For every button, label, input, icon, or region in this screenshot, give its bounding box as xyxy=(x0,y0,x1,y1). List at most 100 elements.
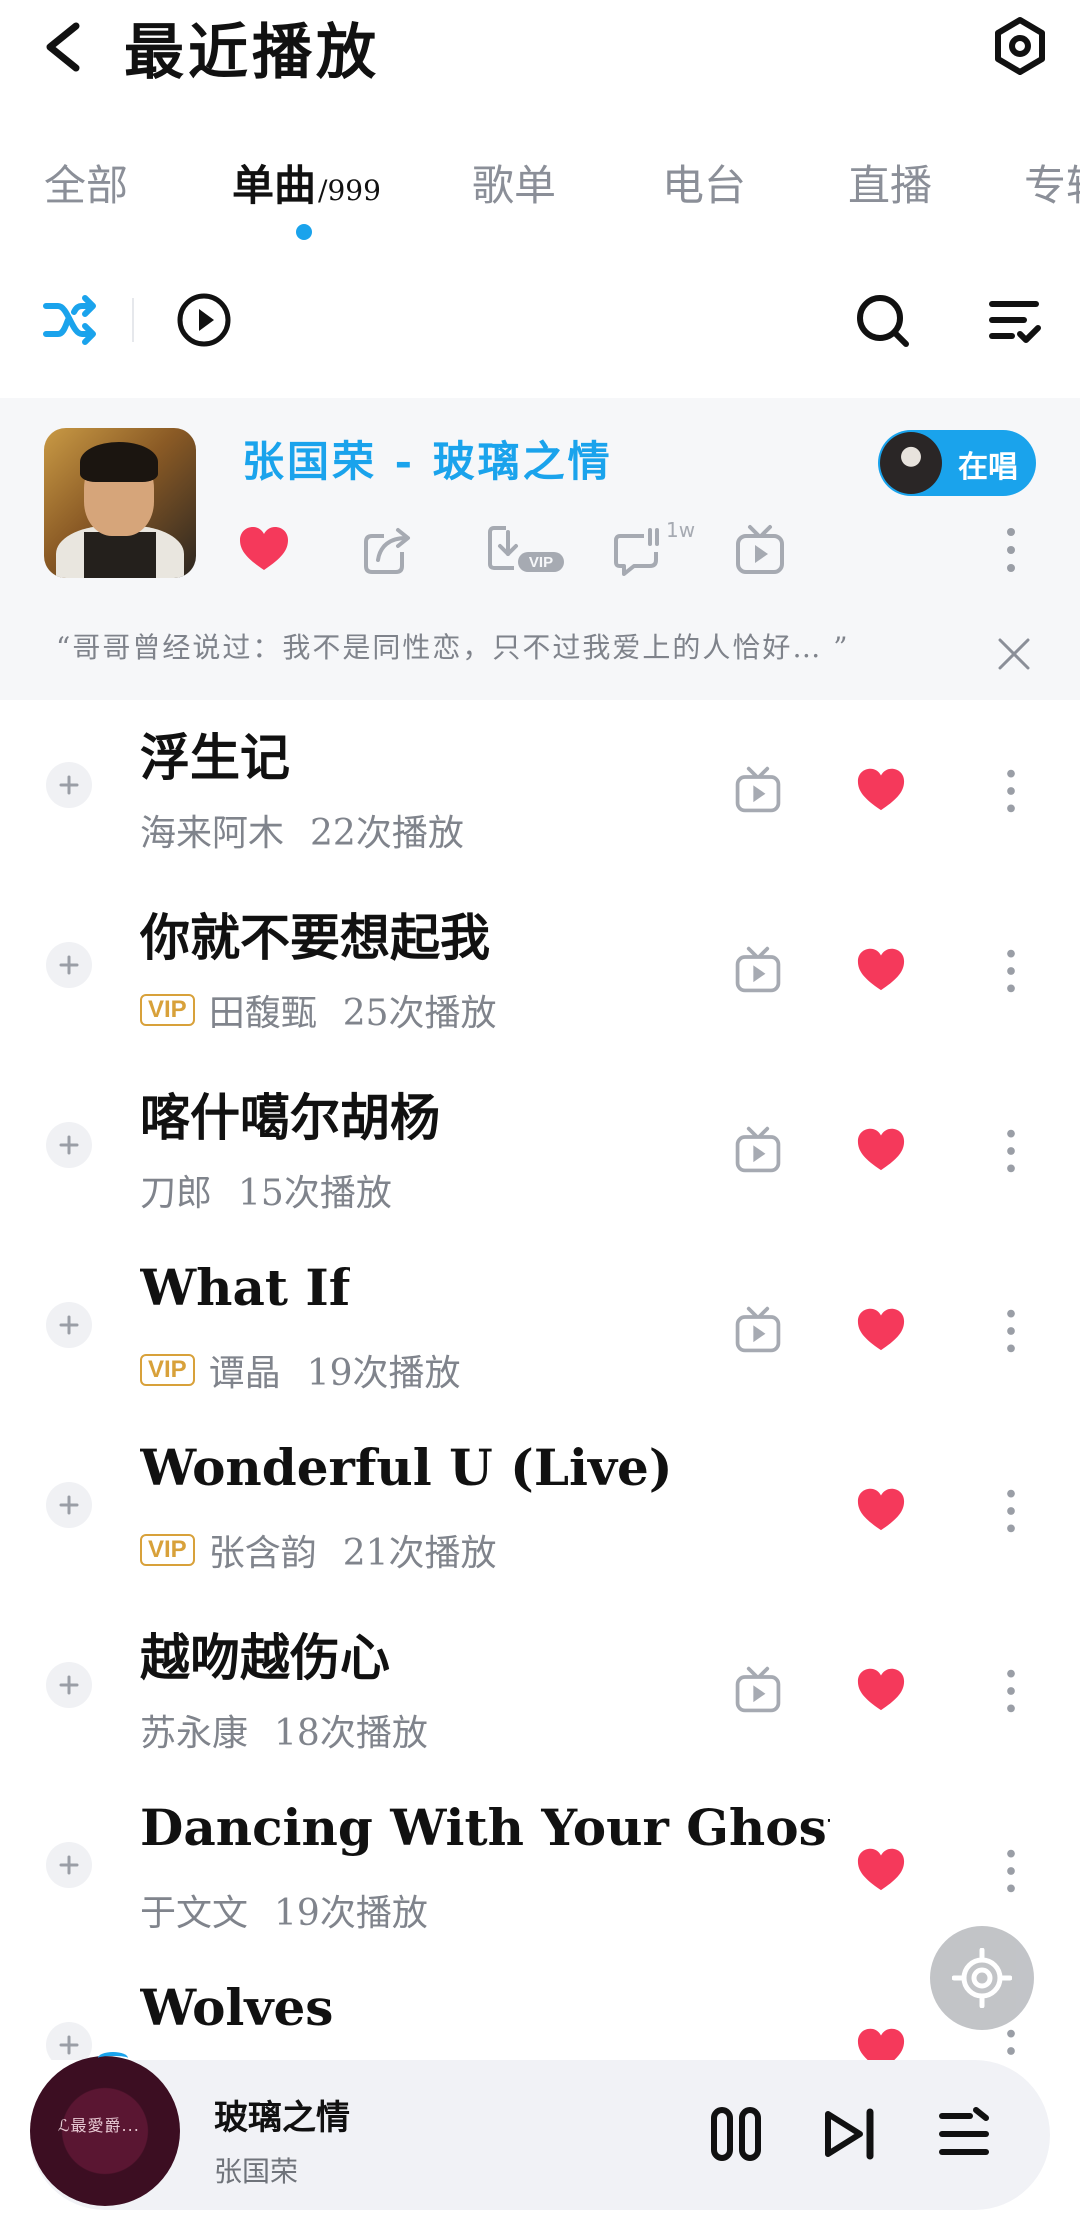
search-button[interactable] xyxy=(852,290,912,350)
player-artist: 张国荣 xyxy=(214,2155,299,2188)
locate-current-button[interactable] xyxy=(930,1926,1034,2030)
song-row[interactable]: 你就不要想起我 VIP 田馥甄 25次播放 xyxy=(0,880,1080,1060)
vip-badge: VIP xyxy=(140,1354,195,1386)
add-to-queue-button[interactable] xyxy=(46,1302,92,1348)
search-icon xyxy=(857,295,909,347)
play-count: 19次播放 xyxy=(306,1353,461,1394)
mv-button[interactable] xyxy=(732,1304,784,1356)
mini-player[interactable]: ℒ最愛爵... 玻璃之情 张国荣 xyxy=(30,2052,1050,2210)
like-button[interactable] xyxy=(854,1304,908,1354)
more-button[interactable] xyxy=(996,1124,1026,1178)
add-to-queue-button[interactable] xyxy=(46,1482,92,1528)
pause-icon xyxy=(711,2107,761,2161)
settings-icon xyxy=(995,17,1045,75)
song-title: 越吻越伤心 xyxy=(140,1628,390,1687)
play-all-button[interactable] xyxy=(174,290,234,350)
tab-radio[interactable]: 电台 xyxy=(662,152,746,213)
like-button[interactable] xyxy=(854,1124,908,1174)
heart-icon xyxy=(857,768,905,811)
song-artist: 海来阿木 xyxy=(140,813,285,854)
song-row[interactable]: 浮生记 海来阿木 22次播放 xyxy=(0,700,1080,880)
tab-label: 专辑 xyxy=(1024,161,1080,210)
song-row[interactable]: What If VIP 谭晶 19次播放 xyxy=(0,1240,1080,1420)
add-to-queue-button[interactable] xyxy=(46,2022,92,2060)
plus-icon xyxy=(59,1675,79,1695)
tab-label: 全部 xyxy=(44,161,129,210)
tab-songs[interactable]: 单曲/999 xyxy=(232,152,381,213)
more-button[interactable] xyxy=(996,1484,1026,1538)
disc-label: ℒ最愛爵... xyxy=(58,2116,140,2135)
singer-avatar xyxy=(880,432,942,494)
vip-badge: VIP xyxy=(140,994,195,1026)
mv-button[interactable] xyxy=(732,1664,784,1716)
mv-button[interactable] xyxy=(732,944,784,996)
add-to-queue-button[interactable] xyxy=(46,1662,92,1708)
song-row[interactable]: Wonderful U (Live) VIP 张含韵 21次播放 xyxy=(0,1420,1080,1600)
like-button[interactable] xyxy=(854,1664,908,1714)
like-button[interactable] xyxy=(236,522,292,578)
add-to-queue-button[interactable] xyxy=(46,1122,92,1168)
more-button[interactable] xyxy=(996,1844,1026,1898)
like-button[interactable] xyxy=(854,1484,908,1534)
share-icon xyxy=(364,528,410,574)
comments-button[interactable]: 1w xyxy=(610,518,695,578)
tab-all[interactable]: 全部 xyxy=(44,152,128,213)
manage-list-button[interactable] xyxy=(984,290,1044,350)
heart-icon xyxy=(240,527,288,570)
song-row[interactable]: Dancing With Your Ghost (… 于文文 19次播放 xyxy=(0,1780,1080,1960)
song-row[interactable]: 越吻越伤心 苏永康 18次播放 xyxy=(0,1600,1080,1780)
playlist-button[interactable] xyxy=(934,2104,994,2164)
next-button[interactable] xyxy=(820,2104,880,2164)
quote-text[interactable]: “哥哥曾经说过：我不是同性恋，只不过我爱上的人恰好… ” xyxy=(56,626,850,666)
now-playing-title[interactable]: 张国荣 - 玻璃之情 xyxy=(242,428,613,489)
download-vip-button[interactable]: VIP xyxy=(484,522,568,578)
add-to-queue-button[interactable] xyxy=(46,1842,92,1888)
tab-albums[interactable]: 专辑 xyxy=(1024,152,1080,213)
heart-icon xyxy=(857,2028,905,2060)
shuffle-button[interactable] xyxy=(40,290,100,350)
more-button[interactable] xyxy=(996,1664,1026,1718)
list-check-icon xyxy=(989,301,1041,343)
song-list: 浮生记 海来阿木 22次播放 你就不要想起我 VIP 田馥甄 25次播放 喀什噶… xyxy=(0,700,1080,2060)
play-count: 21次播放 xyxy=(342,1533,497,1574)
active-tab-indicator xyxy=(296,224,312,240)
more-button[interactable] xyxy=(996,944,1026,998)
plus-icon xyxy=(59,1855,79,1875)
heart-icon xyxy=(857,1668,905,1711)
song-row[interactable]: 喀什噶尔胡杨 刀郎 15次播放 xyxy=(0,1060,1080,1240)
add-to-queue-button[interactable] xyxy=(46,762,92,808)
mv-button[interactable] xyxy=(732,1124,784,1176)
back-button[interactable] xyxy=(36,12,96,82)
mv-button[interactable] xyxy=(732,522,788,578)
song-title: What If xyxy=(140,1258,351,1317)
close-icon xyxy=(998,638,1030,670)
play-count: 15次播放 xyxy=(238,1173,392,1214)
like-button[interactable] xyxy=(854,2024,908,2060)
player-title: 玻璃之情 xyxy=(214,2098,350,2138)
more-button[interactable] xyxy=(996,1304,1026,1358)
close-quote-button[interactable] xyxy=(994,634,1034,674)
like-button[interactable] xyxy=(854,1844,908,1894)
pause-button[interactable] xyxy=(706,2104,766,2164)
album-disc[interactable]: ℒ最愛爵... xyxy=(30,2056,180,2206)
more-button[interactable] xyxy=(996,2024,1026,2060)
mv-button[interactable] xyxy=(732,764,784,816)
like-button[interactable] xyxy=(854,944,908,994)
song-artist: 张含韵 xyxy=(208,1533,317,1574)
play-count: 22次播放 xyxy=(310,813,464,854)
tab-live[interactable]: 直播 xyxy=(848,152,932,213)
like-button[interactable] xyxy=(854,764,908,814)
more-vertical-icon xyxy=(1007,769,1015,813)
heart-icon xyxy=(857,1308,905,1351)
more-button[interactable] xyxy=(996,764,1026,818)
more-button[interactable] xyxy=(996,522,1026,578)
tab-count: /999 xyxy=(318,174,381,207)
add-to-queue-button[interactable] xyxy=(46,942,92,988)
toolbar xyxy=(0,280,1080,360)
tab-playlists[interactable]: 歌单 xyxy=(472,152,556,213)
share-button[interactable] xyxy=(360,522,416,578)
sing-along-button[interactable]: 在唱 xyxy=(878,430,1036,496)
settings-button[interactable] xyxy=(990,16,1050,76)
more-vertical-icon xyxy=(1007,1669,1015,1713)
song-row[interactable]: Wolves xyxy=(0,1960,1080,2060)
